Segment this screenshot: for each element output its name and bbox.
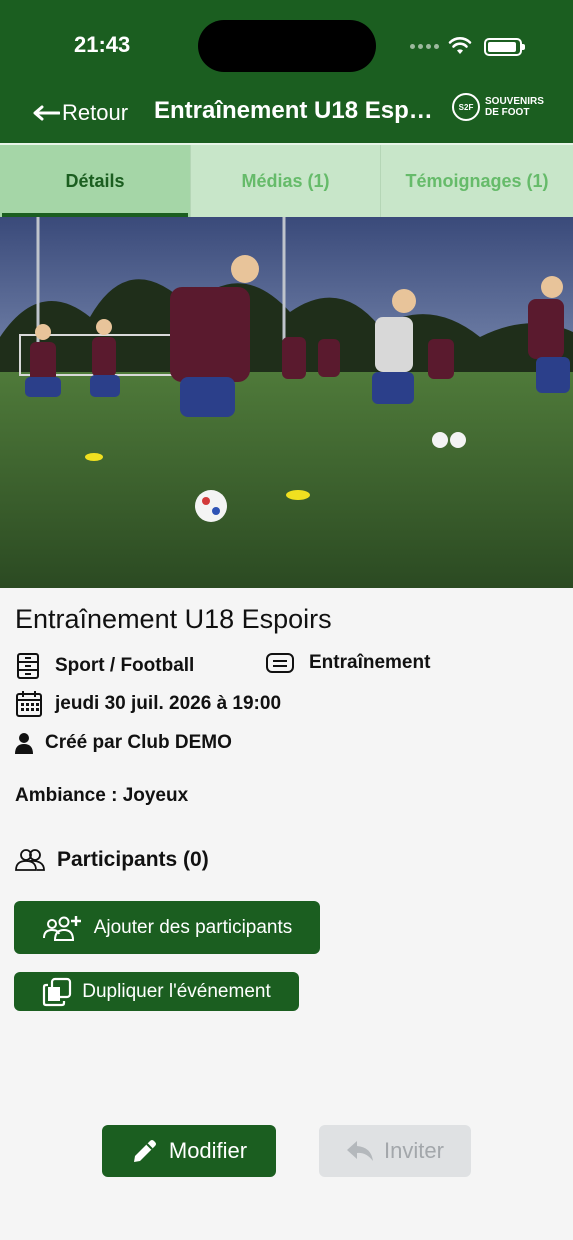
reply-icon	[347, 1141, 374, 1161]
creator-row: Créé par Club DEMO	[15, 732, 232, 754]
add-participants-button[interactable]: Ajouter des participants	[14, 901, 320, 954]
invite-label: Inviter	[384, 1138, 444, 1163]
participants-heading: Participants (0)	[15, 848, 209, 872]
calendar-icon	[16, 691, 42, 717]
back-button[interactable]: Retour	[32, 100, 128, 126]
invite-button[interactable]: Inviter	[319, 1125, 471, 1177]
signal-icon	[410, 44, 439, 49]
event-photo	[0, 217, 573, 588]
add-users-icon	[42, 915, 81, 941]
mood-label: Ambiance : Joyeux	[15, 785, 189, 806]
tab-temoignages[interactable]: Témoignages (1)	[381, 145, 573, 217]
duplicate-event-button[interactable]: Dupliquer l'événement	[14, 972, 299, 1011]
back-label: Retour	[62, 100, 129, 125]
user-icon	[15, 733, 33, 754]
event-title: Entraînement U18 Espoirs	[15, 604, 332, 634]
add-participants-label: Ajouter des participants	[93, 916, 293, 938]
pencil-icon	[133, 1140, 156, 1162]
cabinet-icon	[17, 653, 39, 679]
dynamic-island	[198, 20, 376, 72]
edit-label: Modifier	[168, 1138, 248, 1163]
sport-label: Sport / Football	[55, 655, 195, 676]
status-time: 21:43	[74, 32, 131, 57]
tab-bar: Détails Médias (1) Témoignages (1)	[0, 143, 573, 217]
message-icon	[266, 653, 294, 673]
type-row: Entraînement	[265, 652, 430, 674]
logo-badge: S2F	[452, 93, 480, 121]
users-icon	[15, 849, 45, 871]
date-row: jeudi 30 juil. 2026 à 19:00	[15, 690, 281, 718]
battery-icon	[484, 38, 525, 56]
sport-row: Sport / Football	[15, 652, 194, 680]
copy-icon	[43, 977, 72, 1006]
duplicate-label: Dupliquer l'événement	[82, 980, 271, 1002]
logo-text-line-1: SOUVENIRS	[485, 96, 544, 107]
tab-medias[interactable]: Médias (1)	[191, 145, 381, 217]
wifi-icon	[448, 37, 472, 54]
tab-details[interactable]: Détails	[0, 145, 191, 217]
app-logo: S2F SOUVENIRS DE FOOT	[452, 93, 544, 121]
app-header: 21:43 Retour Entraînement U18 Espoirs S2…	[0, 0, 573, 143]
arrow-left-icon	[33, 105, 60, 121]
creator-label: Créé par Club DEMO	[45, 732, 232, 753]
event-type-label: Entraînement	[309, 652, 431, 673]
event-date: jeudi 30 juil. 2026 à 19:00	[55, 693, 282, 714]
page-title: Entraînement U18 Espoirs	[154, 97, 444, 124]
logo-text: SOUVENIRS DE FOOT	[485, 96, 544, 118]
logo-text-line-2: DE FOOT	[485, 107, 530, 118]
edit-button[interactable]: Modifier	[102, 1125, 276, 1177]
participants-label: Participants (0)	[57, 848, 209, 871]
